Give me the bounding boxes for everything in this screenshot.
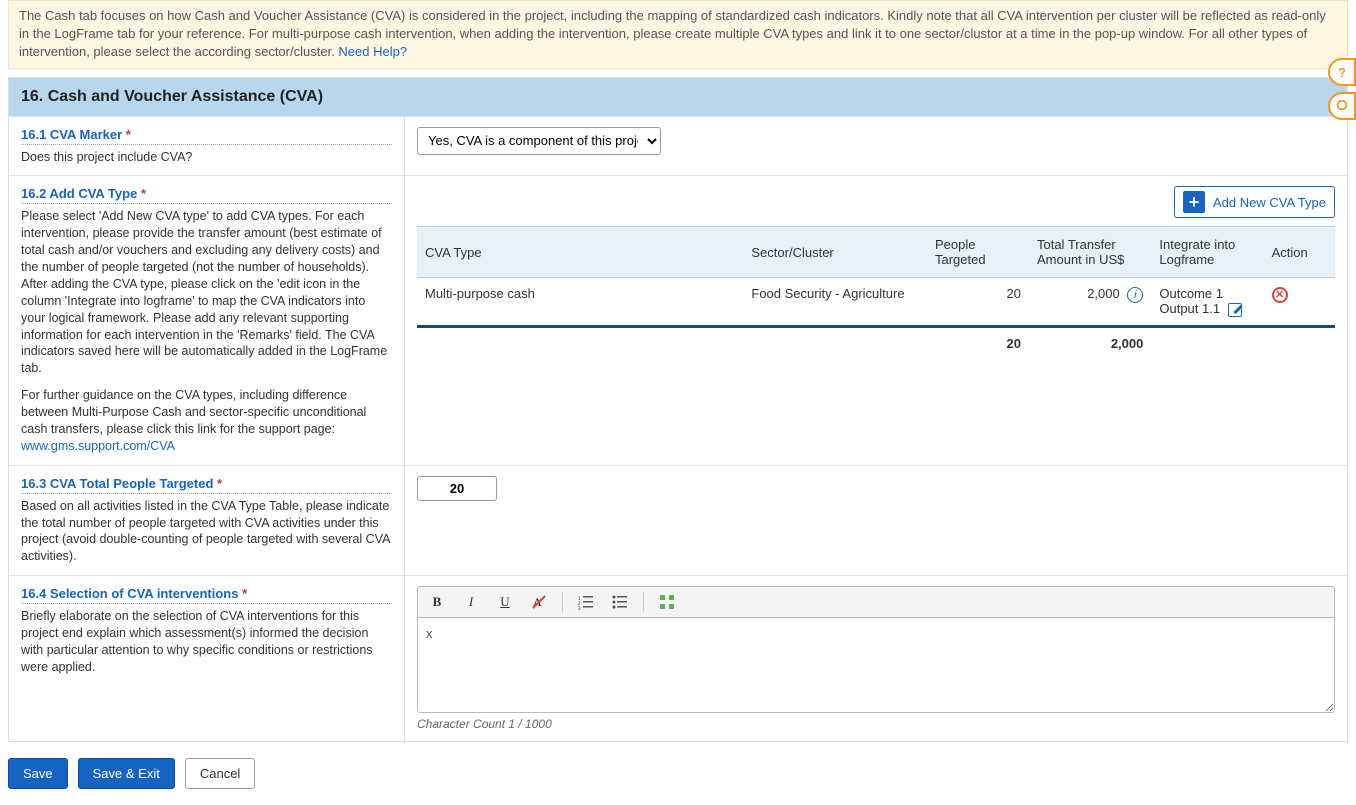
row-selection-interventions: 16.4 Selection of CVA interventions * Br… xyxy=(9,575,1347,741)
question-16-1: Does this project include CVA? xyxy=(21,149,392,166)
toolbar-separator xyxy=(643,592,644,612)
cva-form: 16. Cash and Voucher Assistance (CVA) 16… xyxy=(8,77,1348,743)
col-amount: Total Transfer Amount in US$ xyxy=(1029,227,1151,278)
support-link[interactable]: www.gms.support.com/CVA xyxy=(21,439,175,453)
save-exit-button[interactable]: Save & Exit xyxy=(78,758,175,789)
table-row: Multi-purpose cash Food Security - Agric… xyxy=(417,278,1335,327)
delete-row-icon[interactable]: ✕ xyxy=(1272,287,1288,303)
required-asterisk: * xyxy=(242,586,247,601)
clear-format-icon[interactable]: A xyxy=(528,591,550,613)
bold-icon[interactable]: B xyxy=(426,591,448,613)
ordered-list-icon[interactable]: 123 xyxy=(575,591,597,613)
heading-16-2: 16.2 Add CVA Type xyxy=(21,186,137,201)
underline-icon[interactable]: U xyxy=(494,591,516,613)
cancel-button[interactable]: Cancel xyxy=(185,758,255,789)
desc-16-4: Briefly elaborate on the selection of CV… xyxy=(21,608,392,676)
total-amount: 2,000 xyxy=(1029,327,1151,360)
fullscreen-icon[interactable] xyxy=(656,591,678,613)
total-people-input[interactable] xyxy=(417,476,497,501)
cell-logframe: Outcome 1 Output 1.1 xyxy=(1159,286,1223,316)
banner-text: The Cash tab focuses on how Cash and Vou… xyxy=(19,8,1326,59)
toolbar-separator xyxy=(562,592,563,612)
col-cva-type: CVA Type xyxy=(417,227,743,278)
edit-logframe-icon[interactable] xyxy=(1228,303,1242,317)
required-asterisk: * xyxy=(217,476,222,491)
col-action: Action xyxy=(1264,227,1335,278)
col-people: People Targeted xyxy=(927,227,1029,278)
col-logframe: Integrate into Logframe xyxy=(1151,227,1263,278)
character-count: Character Count 1 / 1000 xyxy=(417,717,1335,731)
need-help-link[interactable]: Need Help? xyxy=(338,44,407,59)
cell-sector: Food Security - Agriculture xyxy=(743,278,927,327)
save-button[interactable]: Save xyxy=(8,758,68,789)
footer-buttons: Save Save & Exit Cancel xyxy=(0,742,1356,805)
col-sector: Sector/Cluster xyxy=(743,227,927,278)
cva-type-table: CVA Type Sector/Cluster People Targeted … xyxy=(417,226,1335,359)
chat-bubble-icon[interactable] xyxy=(1328,92,1356,120)
desc-16-2a: Please select 'Add New CVA type' to add … xyxy=(21,208,392,377)
italic-icon[interactable]: I xyxy=(460,591,482,613)
info-icon[interactable]: i xyxy=(1127,287,1143,303)
add-new-cva-type-button[interactable]: + Add New CVA Type xyxy=(1174,186,1335,218)
cell-amount: 2,000 xyxy=(1087,286,1120,301)
rte-toolbar: B I U A 123 xyxy=(417,586,1335,617)
row-add-cva-type: 16.2 Add CVA Type * Please select 'Add N… xyxy=(9,175,1347,464)
row-cva-marker: 16.1 CVA Marker * Does this project incl… xyxy=(9,116,1347,176)
rich-text-editor: B I U A 123 xyxy=(417,586,1335,713)
desc-16-2b: For further guidance on the CVA types, i… xyxy=(21,388,366,436)
svg-text:3: 3 xyxy=(578,607,581,610)
heading-16-4: 16.4 Selection of CVA interventions xyxy=(21,586,238,601)
cva-marker-select[interactable]: Yes, CVA is a component of this project xyxy=(417,127,661,155)
rte-textarea[interactable]: x xyxy=(417,617,1335,713)
help-bubble-icon[interactable]: ? xyxy=(1328,58,1356,86)
heading-16-3: 16.3 CVA Total People Targeted xyxy=(21,476,213,491)
plus-icon: + xyxy=(1183,191,1205,213)
side-help-bubbles: ? xyxy=(1328,58,1356,120)
cash-tab-info-banner: The Cash tab focuses on how Cash and Vou… xyxy=(8,0,1348,69)
heading-16-1: 16.1 CVA Marker xyxy=(21,127,122,142)
desc-16-3: Based on all activities listed in the CV… xyxy=(21,498,392,566)
cell-people: 20 xyxy=(927,278,1029,327)
section-title: 16. Cash and Voucher Assistance (CVA) xyxy=(9,78,1347,116)
cell-type: Multi-purpose cash xyxy=(417,278,743,327)
required-asterisk: * xyxy=(126,127,131,142)
row-total-people-targeted: 16.3 CVA Total People Targeted * Based o… xyxy=(9,465,1347,576)
unordered-list-icon[interactable] xyxy=(609,591,631,613)
required-asterisk: * xyxy=(141,186,146,201)
total-people: 20 xyxy=(927,327,1029,360)
add-button-label: Add New CVA Type xyxy=(1213,195,1326,210)
